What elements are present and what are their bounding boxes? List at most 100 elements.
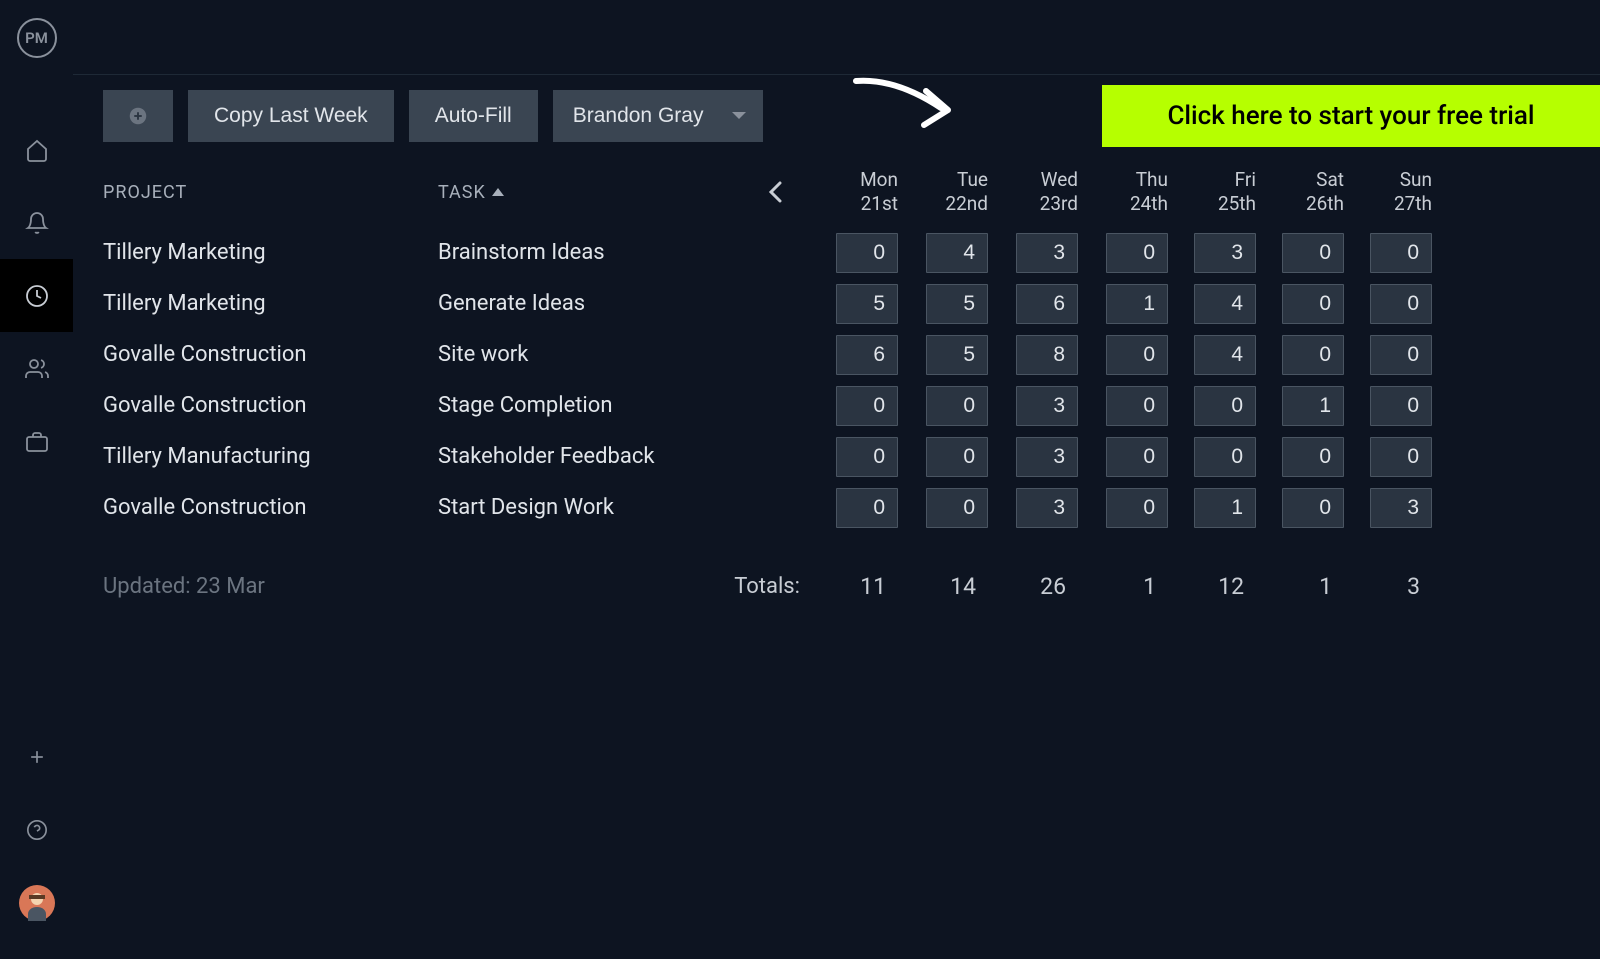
time-input[interactable] [1016,335,1078,375]
project-cell: Govalle Construction [103,342,438,367]
nav-briefcase[interactable] [0,405,73,478]
time-input[interactable] [1016,437,1078,477]
free-trial-cta[interactable]: Click here to start your free trial [1102,85,1600,147]
totals-label: Totals: [708,574,808,599]
plus-circle-icon [129,103,147,129]
time-input[interactable] [1106,284,1168,324]
day-header-tue: Tue22nd [898,168,988,216]
time-input[interactable] [1106,437,1168,477]
day-header-mon: Mon21st [808,168,898,216]
briefcase-icon [25,430,49,454]
time-input[interactable] [926,437,988,477]
time-input[interactable] [1282,386,1344,426]
project-cell: Govalle Construction [103,495,438,520]
time-input[interactable] [926,284,988,324]
time-input[interactable] [1106,233,1168,273]
previous-week-button[interactable] [768,181,808,203]
total-wed: 26 [988,573,1078,600]
copy-last-week-button[interactable]: Copy Last Week [188,90,394,142]
home-icon [25,138,49,162]
nav-help[interactable] [0,793,73,866]
task-cell: Stakeholder Feedback [438,444,768,469]
time-input[interactable] [1106,335,1168,375]
time-input[interactable] [1194,335,1256,375]
task-cell: Brainstorm Ideas [438,240,768,265]
pm-logo[interactable]: PM [17,18,57,58]
time-input[interactable] [1194,386,1256,426]
time-input[interactable] [1194,233,1256,273]
time-input[interactable] [1194,284,1256,324]
time-input[interactable] [926,488,988,528]
day-header-sun: Sun27th [1344,168,1432,216]
add-button[interactable] [103,90,173,142]
sidebar: PM [0,0,73,959]
day-header-fri: Fri25th [1168,168,1256,216]
total-sun: 3 [1344,573,1432,600]
time-input[interactable] [1370,488,1432,528]
time-input[interactable] [836,335,898,375]
time-input[interactable] [1016,233,1078,273]
topbar [73,0,1600,75]
day-header-wed: Wed23rd [988,168,1078,216]
time-input[interactable] [1016,488,1078,528]
time-input[interactable] [1370,437,1432,477]
time-input[interactable] [836,386,898,426]
totals-row: Updated: 23 Mar Totals: 11 14 26 1 12 1 … [103,551,1570,621]
table-row: Govalle ConstructionStart Design Work [103,482,1570,533]
toolbar: Copy Last Week Auto-Fill Brandon Gray Cl… [73,75,1600,157]
time-input[interactable] [926,335,988,375]
task-cell: Generate Ideas [438,291,768,316]
time-input[interactable] [1106,386,1168,426]
task-cell: Start Design Work [438,495,768,520]
task-cell: Site work [438,342,768,367]
time-input[interactable] [836,233,898,273]
time-input[interactable] [1370,284,1432,324]
updated-label: Updated: 23 Mar [103,574,438,599]
total-mon: 11 [808,573,898,600]
time-input[interactable] [1282,233,1344,273]
nav-add[interactable] [0,720,73,793]
project-cell: Tillery Manufacturing [103,444,438,469]
project-column-header[interactable]: PROJECT [103,182,438,203]
time-input[interactable] [836,437,898,477]
table-row: Govalle ConstructionStage Completion [103,380,1570,431]
time-input[interactable] [1370,386,1432,426]
arrow-icon [846,73,966,143]
time-input[interactable] [836,488,898,528]
time-input[interactable] [836,284,898,324]
day-header-thu: Thu24th [1078,168,1168,216]
task-column-header[interactable]: TASK [438,182,768,203]
time-input[interactable] [1282,488,1344,528]
clock-icon [25,284,49,308]
time-input[interactable] [1106,488,1168,528]
time-input[interactable] [926,386,988,426]
help-icon [26,819,48,841]
time-input[interactable] [1016,284,1078,324]
total-fri: 12 [1168,573,1256,600]
auto-fill-button[interactable]: Auto-Fill [409,90,538,142]
chevron-left-icon [768,181,782,203]
nav-notifications[interactable] [0,186,73,259]
project-cell: Tillery Marketing [103,291,438,316]
user-dropdown[interactable]: Brandon Gray [553,90,763,142]
time-input[interactable] [926,233,988,273]
nav-home[interactable] [0,113,73,186]
time-input[interactable] [1194,488,1256,528]
nav-avatar[interactable] [0,866,73,939]
time-input[interactable] [1194,437,1256,477]
bell-icon [25,211,49,235]
nav-team[interactable] [0,332,73,405]
time-input[interactable] [1282,437,1344,477]
time-input[interactable] [1016,386,1078,426]
nav-time[interactable] [0,259,73,332]
total-thu: 1 [1078,573,1168,600]
table-row: Govalle ConstructionSite work [103,329,1570,380]
time-input[interactable] [1370,335,1432,375]
day-header-sat: Sat26th [1256,168,1344,216]
total-tue: 14 [898,573,988,600]
time-input[interactable] [1282,335,1344,375]
time-input[interactable] [1282,284,1344,324]
avatar-icon [19,885,55,921]
user-dropdown-label: Brandon Gray [573,104,704,127]
time-input[interactable] [1370,233,1432,273]
